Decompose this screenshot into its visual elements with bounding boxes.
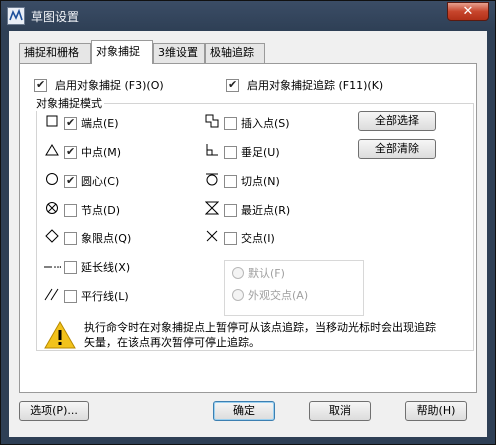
- enable-osnap-checkbox[interactable]: [34, 78, 47, 92]
- parallel-label: 平行线(L): [81, 290, 129, 303]
- insertion-label: 插入点(S): [241, 117, 290, 130]
- node-checkbox[interactable]: [64, 203, 77, 217]
- snap-mode-center[interactable]: 圆心(C): [40, 173, 119, 189]
- warning-icon: [44, 320, 76, 349]
- snap-mode-extension[interactable]: 延长线(X): [40, 259, 130, 275]
- tangent-checkbox[interactable]: [224, 174, 237, 188]
- tab-3d-settings[interactable]: 3维设置: [153, 43, 205, 63]
- snap-modes-title: 对象捕捉模式: [34, 95, 104, 111]
- intersection-icon: [200, 229, 224, 247]
- window-title: 草图设置: [31, 10, 80, 24]
- node-label: 节点(D): [81, 204, 121, 217]
- apparent-radio-label: 外观交点(A): [248, 289, 309, 302]
- snap-mode-midpoint[interactable]: 中点(M): [40, 144, 121, 160]
- insertion-checkbox[interactable]: [224, 116, 237, 130]
- snap-mode-quadrant[interactable]: 象限点(Q): [40, 229, 132, 247]
- extension-label: 延长线(X): [81, 261, 131, 274]
- help-button[interactable]: 帮助(H): [405, 401, 467, 421]
- quadrant-checkbox[interactable]: [64, 231, 77, 245]
- snap-mode-parallel[interactable]: 平行线(L): [40, 288, 129, 304]
- snap-mode-perpendicular[interactable]: 垂足(U): [200, 144, 280, 160]
- cancel-button[interactable]: 取消: [309, 401, 371, 421]
- apparent-radio-icon[interactable]: [232, 289, 244, 301]
- snap-mode-node[interactable]: 节点(D): [40, 202, 120, 218]
- intersection-label: 交点(I): [241, 232, 275, 245]
- nearest-icon: [200, 201, 224, 219]
- title-bar: 草图设置 ✕: [1, 1, 495, 31]
- clear-all-button[interactable]: 全部清除: [358, 139, 436, 159]
- close-button[interactable]: ✕: [447, 2, 489, 21]
- endpoint-label: 端点(E): [81, 117, 119, 130]
- dialog-client: 捕捉和栅格 对象捕捉 3维设置 极轴追踪 启用对象捕捉 (F3)(O) 启用对象…: [9, 31, 487, 437]
- extension-checkbox[interactable]: [64, 260, 77, 274]
- enable-tracking-checkbox[interactable]: [226, 78, 239, 92]
- tab-object-snap[interactable]: 对象捕捉: [91, 40, 153, 64]
- tab-polar-tracking[interactable]: 极轴追踪: [205, 43, 265, 63]
- select-all-button[interactable]: 全部选择: [358, 111, 436, 131]
- square-icon: [40, 115, 64, 131]
- tangent-icon: [200, 172, 224, 190]
- insert-icon: [200, 114, 224, 132]
- snap-mode-insertion[interactable]: 插入点(S): [200, 114, 290, 132]
- ok-button[interactable]: 确定: [213, 401, 275, 421]
- triangle-icon: [40, 144, 64, 160]
- radio-apparent[interactable]: 外观交点(A): [232, 287, 308, 303]
- options-button[interactable]: 选项(P)...: [19, 401, 89, 421]
- parallel-icon: [40, 287, 64, 305]
- enable-tracking-row[interactable]: 启用对象捕捉追踪 (F11)(K): [226, 77, 383, 93]
- enable-osnap-row[interactable]: 启用对象捕捉 (F3)(O): [34, 77, 164, 93]
- default-radio-icon[interactable]: [232, 267, 244, 279]
- center-checkbox[interactable]: [64, 174, 77, 188]
- circle-icon: [40, 172, 64, 190]
- snap-mode-nearest[interactable]: 最近点(R): [200, 201, 291, 219]
- midpoint-label: 中点(M): [81, 146, 122, 159]
- endpoint-checkbox[interactable]: [64, 116, 77, 130]
- perpendicular-label: 垂足(U): [241, 146, 280, 159]
- node-icon: [40, 201, 64, 219]
- enable-tracking-label: 启用对象捕捉追踪 (F11)(K): [247, 79, 384, 92]
- close-icon: ✕: [462, 4, 474, 19]
- extension-icon: [40, 260, 64, 275]
- quadrant-label: 象限点(Q): [81, 232, 132, 245]
- tangent-label: 切点(N): [241, 175, 280, 188]
- app-icon: [7, 7, 25, 25]
- object-snap-panel: 启用对象捕捉 (F3)(O) 启用对象捕捉追踪 (F11)(K) 对象捕捉模式 …: [19, 63, 477, 393]
- snap-mode-endpoint[interactable]: 端点(E): [40, 115, 119, 131]
- enable-osnap-label: 启用对象捕捉 (F3)(O): [55, 79, 164, 92]
- center-label: 圆心(C): [81, 175, 120, 188]
- dialog-window: 草图设置 ✕ 捕捉和栅格 对象捕捉 3维设置 极轴追踪 启用对象捕捉 (F3)(…: [0, 0, 496, 445]
- tab-snap-grid[interactable]: 捕捉和栅格: [19, 43, 91, 63]
- default-radio-label: 默认(F): [248, 267, 285, 280]
- nearest-checkbox[interactable]: [224, 203, 237, 217]
- intersection-checkbox[interactable]: [224, 231, 237, 245]
- midpoint-checkbox[interactable]: [64, 145, 77, 159]
- perpendicular-checkbox[interactable]: [224, 145, 237, 159]
- snap-mode-intersection[interactable]: 交点(I): [200, 230, 275, 246]
- diamond-icon: [40, 229, 64, 247]
- perpendicular-icon: [200, 143, 224, 161]
- snap-mode-tangent[interactable]: 切点(N): [200, 173, 280, 189]
- radio-default[interactable]: 默认(F): [232, 265, 285, 281]
- tracking-notice: 执行命令时在对象捕捉点上暂停可从该点追踪，当移动光标时会出现追踪矢量，在该点再次…: [84, 321, 436, 349]
- nearest-label: 最近点(R): [241, 204, 291, 217]
- parallel-checkbox[interactable]: [64, 289, 77, 303]
